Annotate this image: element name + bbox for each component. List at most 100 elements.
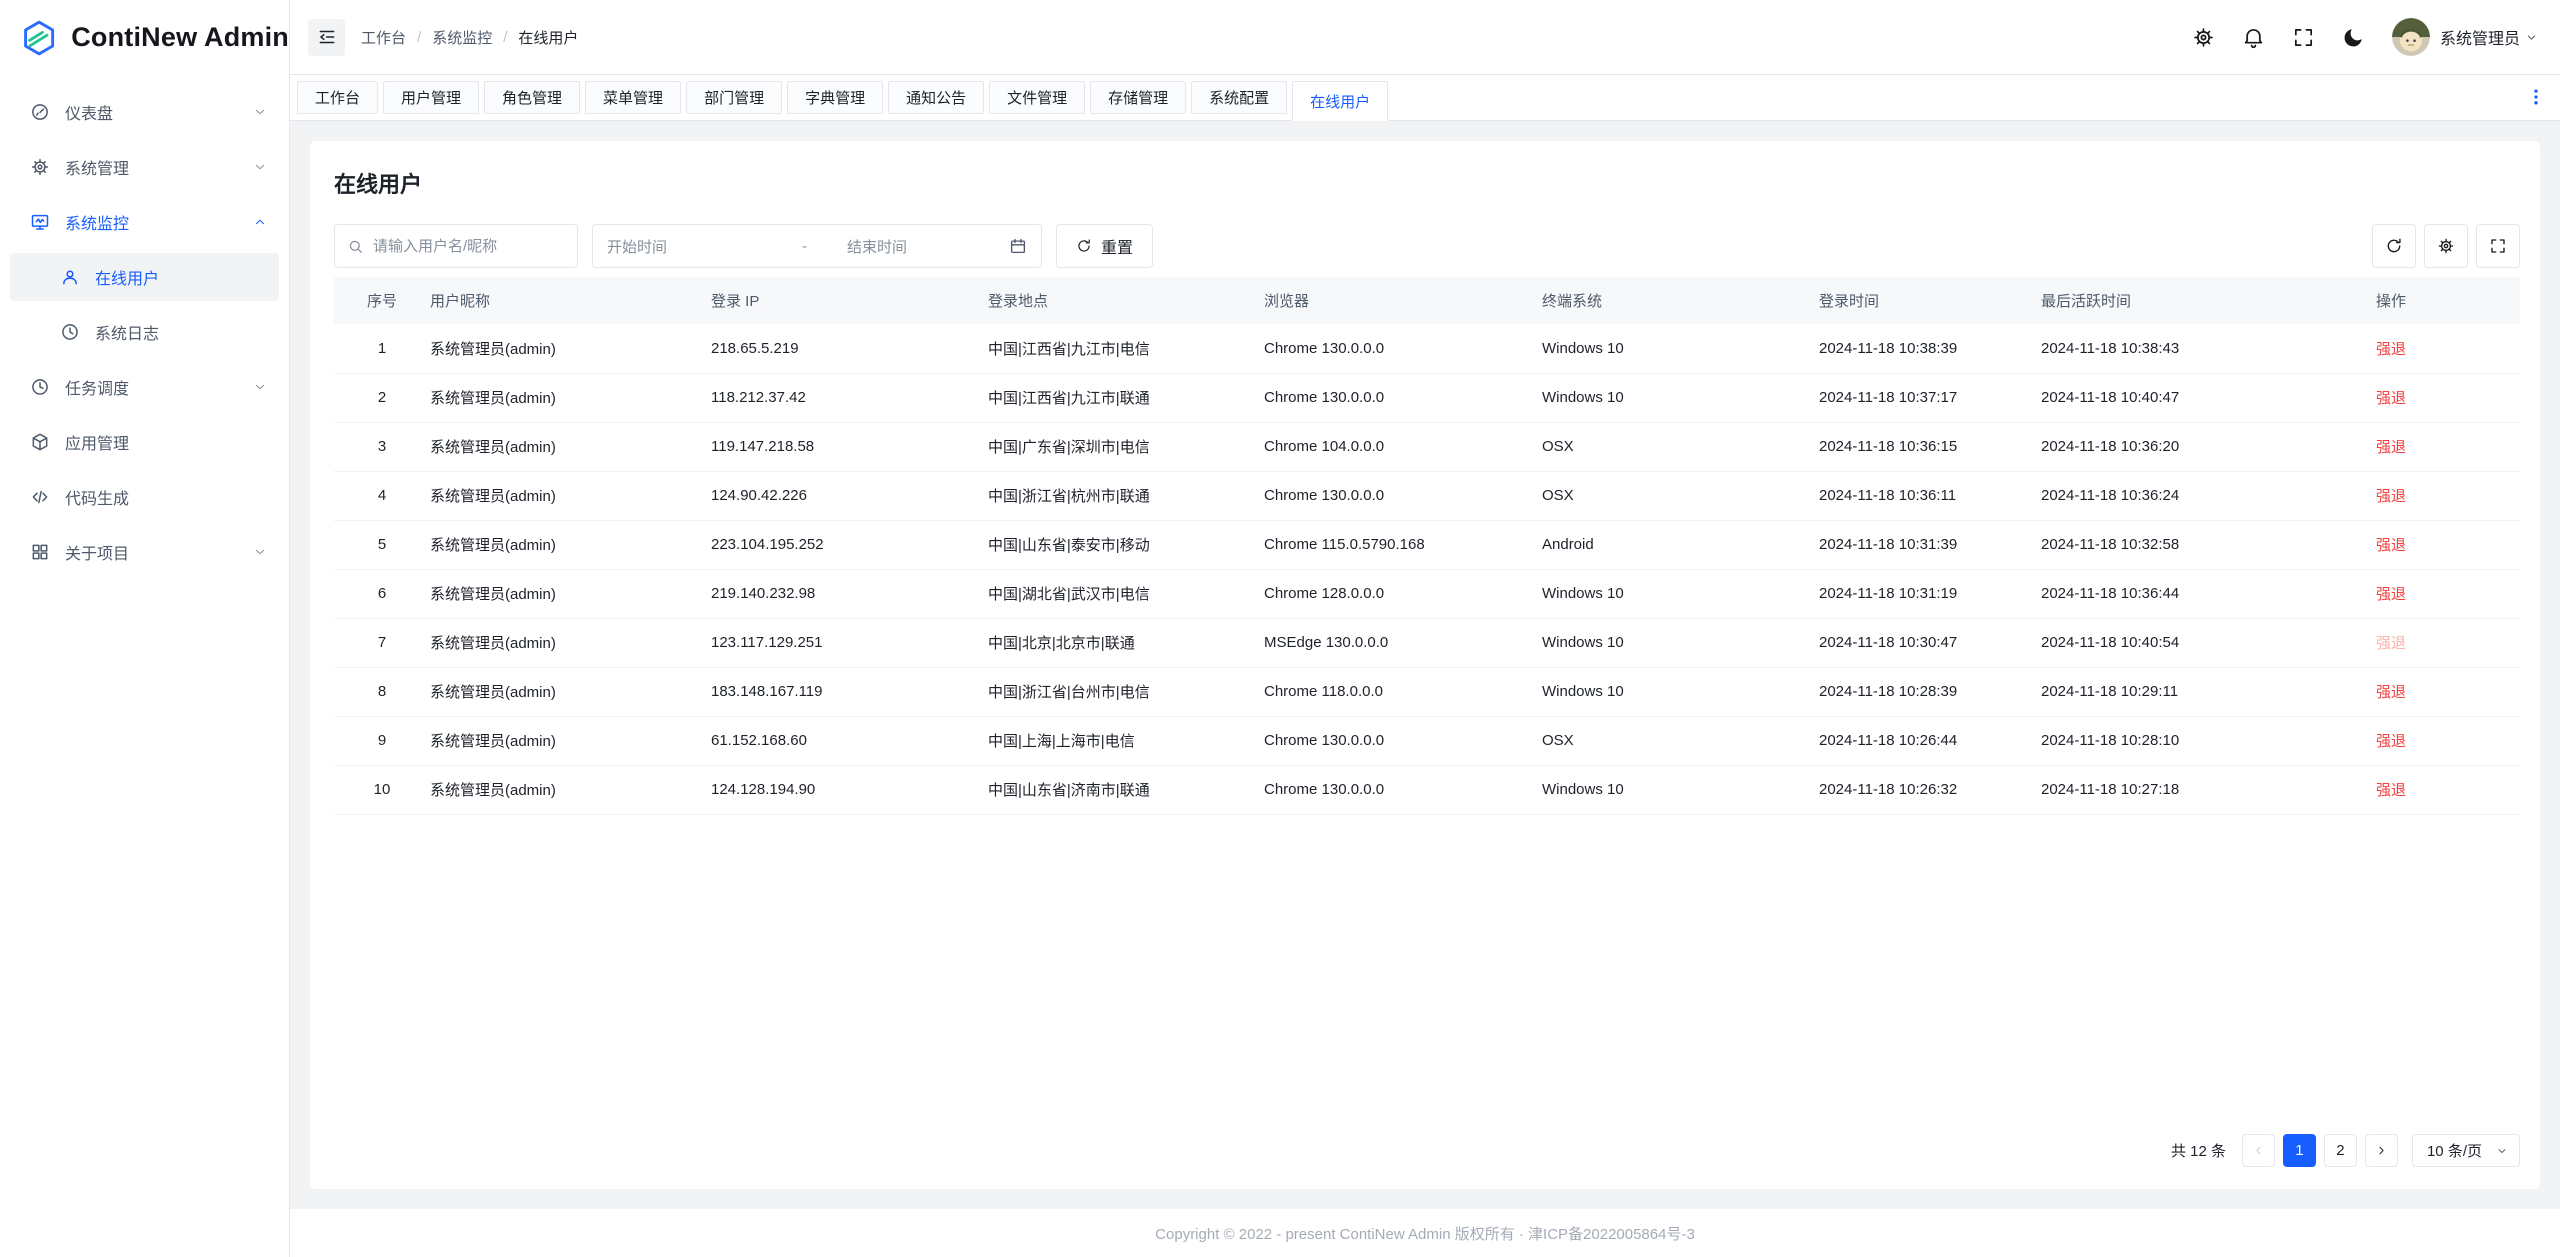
tab-list: 工作台用户管理角色管理菜单管理部门管理字典管理通知公告文件管理存储管理系统配置在… [297,81,1393,120]
force-logout-link[interactable]: 强退 [2376,488,2406,505]
table-cell: 124.90.42.226 [711,471,988,520]
table-cell: 3 [334,422,430,471]
sidebar-item-code-generation[interactable]: 代码生成 [10,473,279,521]
tab-dept-management[interactable]: 部门管理 [686,81,782,114]
date-range-picker[interactable]: 开始时间 - 结束时间 [592,224,1042,268]
tab-role-management[interactable]: 角色管理 [484,81,580,114]
table-cell: 系统管理员(admin) [430,471,711,520]
pagination-page-1[interactable]: 1 [2283,1134,2316,1167]
sidebar-item-app-management[interactable]: 应用管理 [10,418,279,466]
table-row: 3系统管理员(admin)119.147.218.58中国|广东省|深圳市|电信… [334,422,2520,471]
page-title: 在线用户 [334,167,2520,199]
tab-more-dots-icon[interactable] [2526,85,2546,109]
breadcrumb-item-system-monitor[interactable]: 系统监控 [432,27,492,48]
sidebar-item-online-user[interactable]: 在线用户 [10,253,279,301]
logo-icon [20,15,58,61]
sidebar-item-system-log[interactable]: 系统日志 [10,308,279,356]
force-logout-link[interactable]: 强退 [2376,684,2406,701]
table-cell: 2024-11-18 10:40:54 [2041,618,2376,667]
table-cell: Windows 10 [1542,324,1819,373]
table-cell: 2024-11-18 10:26:44 [1819,716,2041,765]
force-logout-link[interactable]: 强退 [2376,586,2406,603]
table-cell: 系统管理员(admin) [430,667,711,716]
date-end-placeholder[interactable]: 结束时间 [847,236,1009,257]
sidebar-item-label: 仪表盘 [65,100,253,124]
force-logout-link[interactable]: 强退 [2376,635,2406,652]
date-start-placeholder[interactable]: 开始时间 [607,236,802,257]
table-row: 6系统管理员(admin)219.140.232.98中国|湖北省|武汉市|电信… [334,569,2520,618]
tab-notice[interactable]: 通知公告 [888,81,984,114]
table-cell-action: 强退 [2376,373,2520,422]
table-cell: 118.212.37.42 [711,373,988,422]
table-cell: 2024-11-18 10:28:39 [1819,667,2041,716]
sidebar-item-dashboard[interactable]: 仪表盘 [10,88,279,136]
pagination-prev-button[interactable] [2242,1134,2275,1167]
tab-user-management[interactable]: 用户管理 [383,81,479,114]
table-row: 4系统管理员(admin)124.90.42.226中国|浙江省|杭州市|联通C… [334,471,2520,520]
tab-workbench[interactable]: 工作台 [297,81,378,114]
force-logout-link[interactable]: 强退 [2376,439,2406,456]
topbar: 工作台 / 系统监控 / 在线用户 系统管理员 [290,0,2560,75]
tab-dict-management[interactable]: 字典管理 [787,81,883,114]
table-row: 5系统管理员(admin)223.104.195.252中国|山东省|泰安市|移… [334,520,2520,569]
table-cell: 8 [334,667,430,716]
user-name[interactable]: 系统管理员 [2440,25,2520,49]
main-column: 工作台 / 系统监控 / 在线用户 系统管理员 工作台用户管理角色管理菜单管理部… [290,0,2560,1257]
table-cell-action: 强退 [2376,716,2520,765]
sidebar: ContiNew Admin 仪表盘系统管理系统监控在线用户系统日志任务调度应用… [0,0,290,1257]
table-cell-action: 强退 [2376,422,2520,471]
settings-icon[interactable] [2192,26,2215,49]
force-logout-link[interactable]: 强退 [2376,733,2406,750]
sidebar-item-about-project[interactable]: 关于项目 [10,528,279,576]
brand-logo[interactable]: ContiNew Admin [0,0,289,75]
topbar-right: 系统管理员 [2165,18,2538,56]
table-cell: MSEdge 130.0.0.0 [1264,618,1542,667]
chevron-left-icon [2252,1144,2265,1157]
refresh-icon [2385,237,2403,255]
force-logout-link[interactable]: 强退 [2376,537,2406,554]
sidebar-item-label: 任务调度 [65,375,253,399]
sidebar-item-system-management[interactable]: 系统管理 [10,143,279,191]
dark-mode-moon-icon[interactable] [2342,26,2365,49]
tab-storage-management[interactable]: 存储管理 [1090,81,1186,114]
table-cell: OSX [1542,716,1819,765]
sidebar-item-job-schedule[interactable]: 任务调度 [10,363,279,411]
pagination-next-button[interactable] [2365,1134,2398,1167]
tab-system-config[interactable]: 系统配置 [1191,81,1287,114]
avatar[interactable] [2392,18,2430,56]
fullscreen-icon[interactable] [2292,26,2315,49]
tab-menu-management[interactable]: 菜单管理 [585,81,681,114]
table-cell: Chrome 130.0.0.0 [1264,765,1542,814]
page-size-select[interactable]: 10 条/页 [2412,1134,2520,1167]
force-logout-link[interactable]: 强退 [2376,782,2406,799]
tab-file-management[interactable]: 文件管理 [989,81,1085,114]
tab-online-user[interactable]: 在线用户 [1292,81,1388,121]
pagination-page-2[interactable]: 2 [2324,1134,2357,1167]
force-logout-link[interactable]: 强退 [2376,341,2406,358]
chevron-up-icon [253,215,267,229]
table-cell: 2 [334,373,430,422]
reset-button[interactable]: 重置 [1056,224,1153,268]
breadcrumb-item-workbench[interactable]: 工作台 [361,27,406,48]
force-logout-link[interactable]: 强退 [2376,390,2406,407]
chevron-down-icon [253,380,267,394]
table-row: 2系统管理员(admin)118.212.37.42中国|江西省|九江市|联通C… [334,373,2520,422]
table-cell: 5 [334,520,430,569]
table-cell: 2024-11-18 10:38:39 [1819,324,2041,373]
sidebar-collapse-button[interactable] [308,19,345,56]
sidebar-item-label: 关于项目 [65,540,253,564]
table-cell: 183.148.167.119 [711,667,988,716]
chevron-down-icon [253,545,267,559]
table-settings-button[interactable] [2424,224,2468,268]
notification-bell-icon[interactable] [2242,26,2265,49]
refresh-icon [1076,238,1092,254]
table-refresh-button[interactable] [2372,224,2416,268]
table-cell: 中国|浙江省|台州市|电信 [988,667,1264,716]
sidebar-item-system-monitor[interactable]: 系统监控 [10,198,279,246]
table-fullscreen-button[interactable] [2476,224,2520,268]
table-cell: Windows 10 [1542,765,1819,814]
app-root: ContiNew Admin 仪表盘系统管理系统监控在线用户系统日志任务调度应用… [0,0,2560,1257]
table-cell: 系统管理员(admin) [430,520,711,569]
search-input[interactable] [373,238,565,255]
cube-icon [30,432,50,452]
